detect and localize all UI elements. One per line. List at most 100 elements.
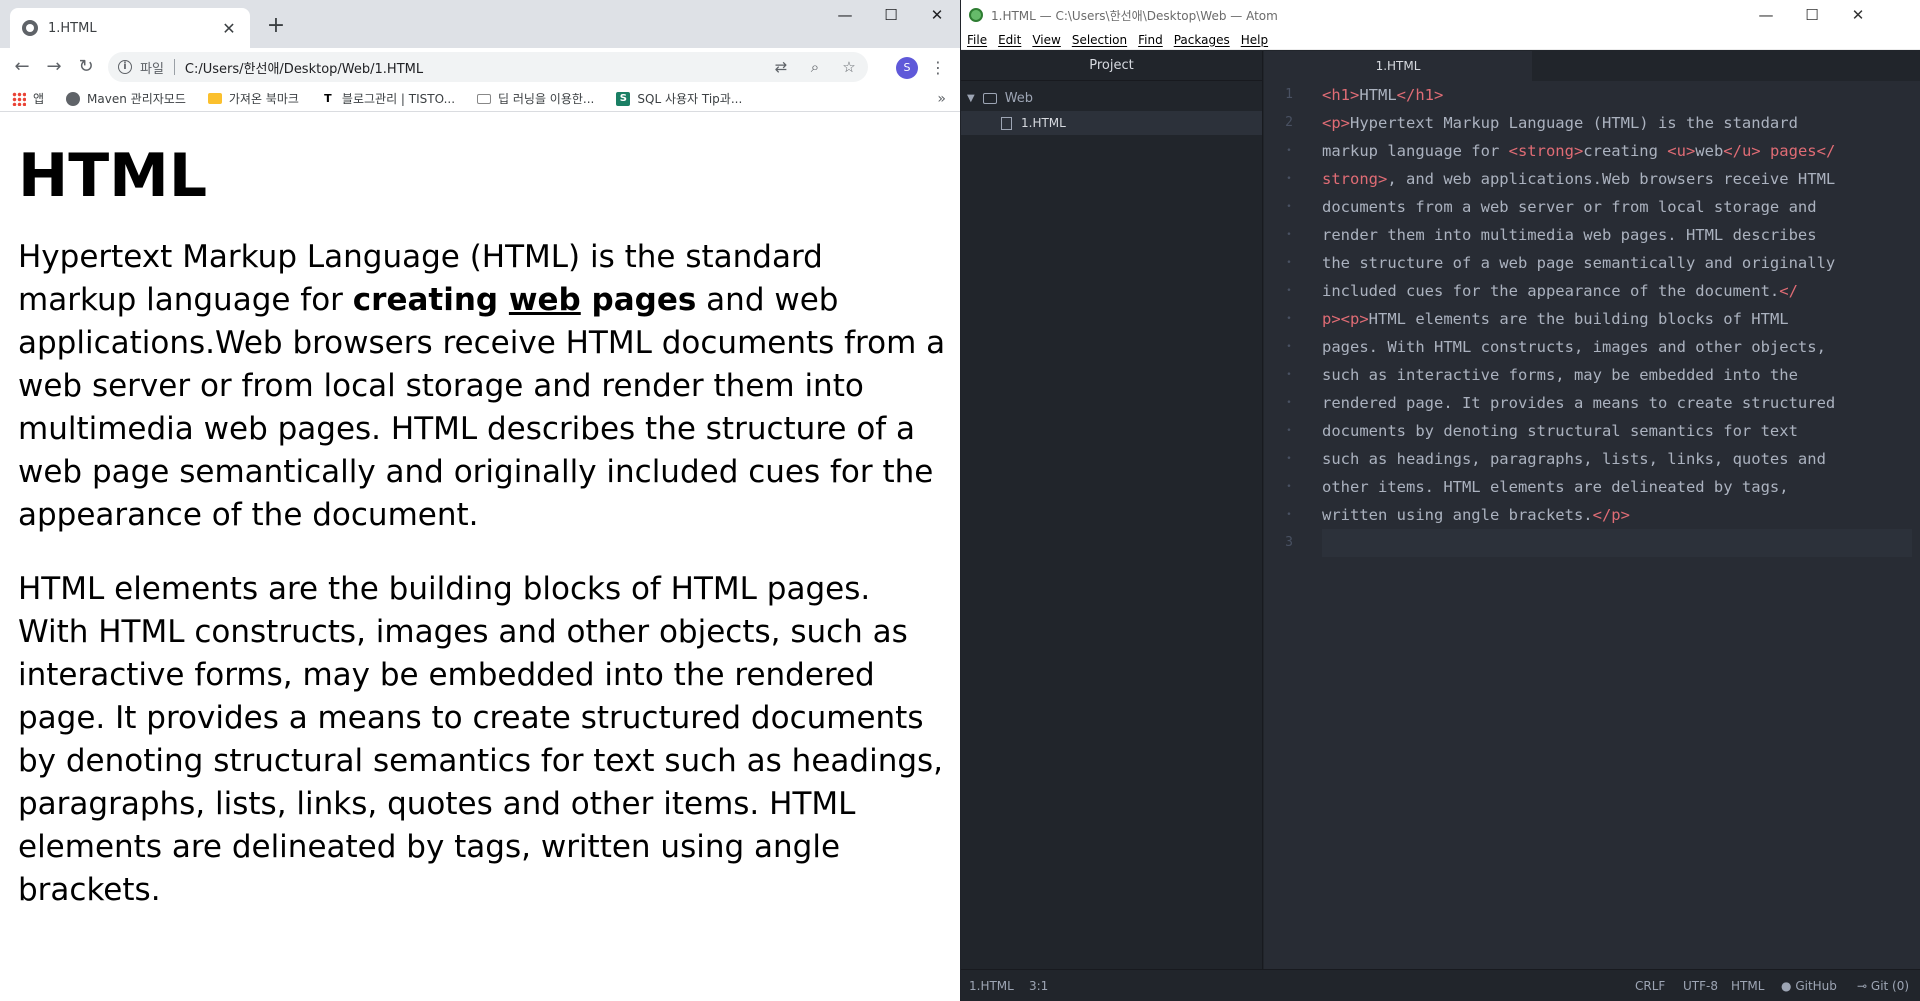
status-encoding[interactable]: UTF-8 bbox=[1683, 970, 1718, 1001]
code-lines[interactable]: <h1>HTML</h1> <p>Hypertext Markup Languag… bbox=[1322, 81, 1912, 557]
close-window-button[interactable]: ✕ bbox=[914, 0, 960, 30]
line-number: • bbox=[1286, 146, 1292, 156]
forward-button[interactable]: → bbox=[40, 53, 68, 81]
globe-icon bbox=[66, 91, 81, 106]
bookmark-tistory[interactable]: T 블로그관리 | TISTO... bbox=[321, 90, 455, 107]
code-line[interactable]: <h1>HTML</h1> bbox=[1322, 81, 1912, 109]
line-number: • bbox=[1286, 314, 1292, 324]
menu-item[interactable]: Packages bbox=[1174, 33, 1230, 47]
profile-avatar[interactable]: S bbox=[896, 57, 918, 79]
code-text: such as interactive forms, may be embedd… bbox=[1322, 366, 1798, 384]
project-header: Project bbox=[961, 51, 1262, 81]
menu-item[interactable]: Selection bbox=[1072, 33, 1127, 47]
code-line[interactable]: strong>, and web applications.Web browse… bbox=[1322, 165, 1912, 193]
zoom-icon[interactable]: ⌕ bbox=[806, 58, 824, 76]
folder-icon bbox=[982, 92, 997, 104]
code-text: the structure of a web page semantically… bbox=[1322, 254, 1836, 272]
bookmark-label: 블로그관리 | TISTO... bbox=[341, 92, 456, 106]
code-editor[interactable]: 1 2 • • • • • • • • • • • • • • 3 <h1>HTML</h1> <p>Hypert… bbox=[1264, 81, 1920, 969]
bookmark-apps[interactable]: 앱 bbox=[12, 90, 44, 107]
menu-item[interactable]: File bbox=[967, 33, 987, 47]
code-line[interactable]: included cues for the appearance of the … bbox=[1322, 277, 1912, 305]
minimize-button[interactable]: — bbox=[822, 0, 868, 30]
code-tag: pages</ bbox=[1760, 142, 1836, 160]
code-tag: </h1> bbox=[1396, 86, 1444, 104]
close-window-button[interactable]: ✕ bbox=[1835, 0, 1881, 30]
tree-file-1-html[interactable]: 1.HTML bbox=[961, 111, 1262, 135]
browser-tab[interactable]: 1.HTML ✕ bbox=[10, 8, 250, 48]
line-number-gutter: 1 2 • • • • • • • • • • • • • • 3 bbox=[1264, 81, 1314, 557]
minimize-button[interactable]: — bbox=[1743, 0, 1789, 30]
paragraph-text: and web applications.Web browsers receiv… bbox=[18, 282, 946, 533]
address-bar[interactable]: i 파일 C:/Users/한선애/Desktop/Web/1.HTML ⇄ ⌕… bbox=[108, 52, 868, 82]
line-number: • bbox=[1286, 482, 1292, 492]
back-button[interactable]: ← bbox=[8, 53, 36, 81]
code-line[interactable]: such as interactive forms, may be embedd… bbox=[1322, 361, 1912, 389]
bookmark-deeplearning[interactable]: 딥 러닝을 이용한... bbox=[477, 90, 594, 107]
chrome-menu-icon[interactable]: ⋮ bbox=[928, 56, 948, 80]
bookmark-star-icon[interactable]: ☆ bbox=[840, 58, 858, 76]
status-grammar[interactable]: HTML bbox=[1731, 970, 1764, 1001]
globe-favicon-icon bbox=[22, 20, 38, 36]
file-label: 1.HTML bbox=[1021, 116, 1066, 130]
github-label: GitHub bbox=[1795, 979, 1837, 993]
editor-tab-bar: 1.HTML bbox=[1264, 51, 1920, 81]
maximize-button[interactable]: ☐ bbox=[1789, 0, 1835, 30]
atom-title-bar: 1.HTML — C:\Users\한선애\Desktop\Web — Atom… bbox=[961, 0, 1920, 30]
bookmark-imported[interactable]: 가져온 북마크 bbox=[207, 90, 299, 107]
info-icon[interactable]: i bbox=[118, 60, 132, 74]
bookmark-label: 앱 bbox=[33, 92, 45, 106]
status-cursor[interactable]: 3:1 bbox=[1029, 970, 1048, 1001]
code-line[interactable]: written using angle brackets.</p> bbox=[1322, 501, 1912, 529]
code-text: rendered page. It provides a means to cr… bbox=[1322, 394, 1836, 412]
code-line[interactable]: markup language for <strong>creating <u>… bbox=[1322, 137, 1912, 165]
code-line[interactable]: the structure of a web page semantically… bbox=[1322, 249, 1912, 277]
status-line-ending[interactable]: CRLF bbox=[1635, 970, 1665, 1001]
menu-bar: File Edit View Selection Find Packages Help bbox=[961, 30, 1920, 50]
editor-tab[interactable]: 1.HTML bbox=[1264, 51, 1532, 81]
folder-label: Web bbox=[1004, 90, 1034, 106]
code-line[interactable] bbox=[1322, 529, 1912, 557]
github-icon: ● bbox=[1781, 979, 1792, 993]
code-line[interactable]: render them into multimedia web pages. H… bbox=[1322, 221, 1912, 249]
bookmark-sql[interactable]: S SQL 사용자 Tip과... bbox=[616, 90, 742, 107]
maximize-button[interactable]: ☐ bbox=[868, 0, 914, 30]
line-number: • bbox=[1286, 174, 1292, 184]
code-line[interactable]: such as headings, paragraphs, lists, lin… bbox=[1322, 445, 1912, 473]
code-line[interactable]: pages. With HTML constructs, images and … bbox=[1322, 333, 1912, 361]
line-number: • bbox=[1286, 510, 1292, 520]
code-line[interactable]: other items. HTML elements are delineate… bbox=[1322, 473, 1912, 501]
menu-item[interactable]: Edit bbox=[998, 33, 1021, 47]
close-tab-icon[interactable]: ✕ bbox=[220, 19, 238, 38]
underlined-text: web bbox=[508, 282, 581, 318]
status-file[interactable]: 1.HTML bbox=[969, 970, 1014, 1001]
code-text: written using angle brackets. bbox=[1322, 506, 1593, 524]
translate-icon[interactable]: ⇄ bbox=[772, 58, 790, 76]
reload-button[interactable]: ↻ bbox=[72, 53, 100, 81]
code-line[interactable]: documents from a web server or from loca… bbox=[1322, 193, 1912, 221]
code-line[interactable]: documents by denoting structural semanti… bbox=[1322, 417, 1912, 445]
bookmarks-bar: 앱 Maven 관리자모드 가져온 북마크 T 블로그관리 | TISTO...… bbox=[0, 86, 960, 112]
code-text: markup language for bbox=[1322, 142, 1509, 160]
bookmark-label: SQL 사용자 Tip과... bbox=[637, 92, 743, 106]
more-bookmarks-icon[interactable]: » bbox=[937, 86, 946, 112]
new-tab-button[interactable]: + bbox=[262, 12, 290, 40]
menu-item[interactable]: Find bbox=[1138, 33, 1163, 47]
site-icon bbox=[477, 93, 492, 104]
status-git[interactable]: ⊸ Git (0) bbox=[1857, 970, 1909, 1001]
tree-folder-web[interactable]: ▼ Web bbox=[967, 87, 1033, 109]
code-text: documents by denoting structural semanti… bbox=[1322, 422, 1798, 440]
bookmark-maven[interactable]: Maven 관리자모드 bbox=[66, 90, 186, 107]
paragraph-1: Hypertext Markup Language (HTML) is the … bbox=[18, 236, 948, 537]
code-line[interactable]: p><p>HTML elements are the building bloc… bbox=[1322, 305, 1912, 333]
status-github[interactable]: ● GitHub bbox=[1781, 970, 1837, 1001]
line-number: • bbox=[1286, 370, 1292, 380]
url-text[interactable]: C:/Users/한선애/Desktop/Web/1.HTML bbox=[185, 58, 756, 77]
line-number: • bbox=[1286, 426, 1292, 436]
code-line[interactable]: <p>Hypertext Markup Language (HTML) is t… bbox=[1322, 109, 1912, 137]
code-text: pages. With HTML constructs, images and … bbox=[1322, 338, 1826, 356]
menu-item[interactable]: View bbox=[1032, 33, 1060, 47]
code-line[interactable]: rendered page. It provides a means to cr… bbox=[1322, 389, 1912, 417]
menu-item[interactable]: Help bbox=[1241, 33, 1268, 47]
code-text: other items. HTML elements are delineate… bbox=[1322, 478, 1789, 496]
